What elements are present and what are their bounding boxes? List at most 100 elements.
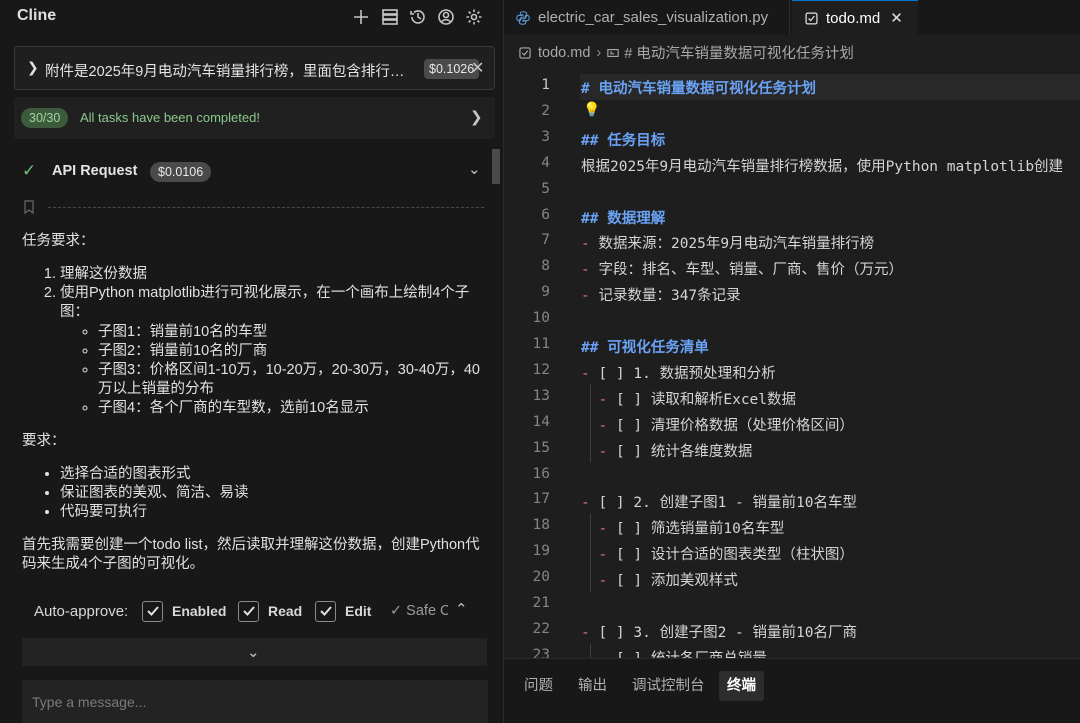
task-header[interactable]: ❯ 附件是2025年9月电动汽车销量排行榜，里面包含排行榜数据，请理解这份数据并…: [14, 46, 495, 90]
chat-scrollbar[interactable]: [492, 149, 500, 184]
checkbox-checked-icon: [238, 600, 259, 622]
chevron-right-icon[interactable]: ❯: [27, 59, 39, 76]
settings-gear-icon[interactable]: [463, 6, 485, 28]
chevron-up-icon[interactable]: ⌃: [455, 600, 468, 618]
cline-panel: Cline ❯ 附件是2025年9月电动汽车销量排行榜，里面包含排行榜数据，请理…: [0, 0, 503, 723]
chevron-down-icon[interactable]: ⌄: [247, 643, 260, 661]
auto-approve-safe-commands[interactable]: ✓ Safe Commands: [390, 603, 448, 619]
code-line: - [ ] 2. 创建子图1 - 销量前10名车型: [581, 491, 857, 512]
code-line: - [ ] 3. 创建子图2 - 销量前10名厂商: [581, 621, 857, 642]
line-number: 9: [541, 284, 550, 301]
code-editor[interactable]: 💡 1 # 电动汽车销量数据可视化任务计划 2 3 ## 任务目标 4 根据2025年9月电…: [504, 74, 1080, 658]
code-text: [ ] 统计各维度数据: [615, 443, 753, 460]
chevron-right-icon[interactable]: ❯: [470, 108, 483, 126]
markdown-heading: ## 任务目标: [581, 132, 666, 149]
breadcrumb-symbol[interactable]: # 电动汽车销量数据可视化任务计划: [624, 42, 854, 63]
option-label: Read: [268, 603, 303, 619]
line-number: 22: [532, 620, 550, 637]
bookmark-icon[interactable]: [22, 200, 36, 214]
cline-titlebar: Cline: [0, 0, 503, 34]
account-icon[interactable]: [435, 6, 457, 28]
editor-tabbar: electric_car_sales_visualization.py todo…: [504, 0, 1080, 35]
list-item: 选择合适的图表形式: [60, 465, 482, 484]
server-icon[interactable]: [379, 6, 401, 28]
assistant-message: 任务要求： 理解这份数据 使用Python matplotlib进行可视化展示，…: [22, 230, 482, 574]
close-task-icon[interactable]: ✕: [471, 58, 484, 78]
check-icon: ✓: [22, 161, 37, 180]
editor-area: electric_car_sales_visualization.py todo…: [503, 0, 1080, 723]
list-item: 代码要可执行: [60, 503, 482, 522]
chevron-down-icon[interactable]: ⌄: [468, 160, 481, 178]
list-item: 子图2：销量前10名的厂商: [98, 342, 482, 361]
line-number: 13: [532, 387, 550, 404]
list-marker: -: [581, 236, 599, 253]
line-number: 18: [532, 517, 550, 534]
markdown-heading: # 电动汽车销量数据可视化任务计划: [581, 81, 816, 97]
tab-label: todo.md: [826, 9, 881, 27]
subtask-list: 子图1：销量前10名的车型 子图2：销量前10名的厂商 子图3：价格区间1-10…: [60, 323, 482, 418]
list-marker: -: [598, 547, 616, 564]
code-line: - [ ] 清理价格数据（处理价格区间）: [581, 414, 854, 435]
panel-tab-output[interactable]: 输出: [570, 671, 615, 701]
panel-tab-terminal[interactable]: 终端: [719, 671, 764, 701]
line-number: 14: [532, 413, 550, 430]
code-text: [ ] 设计合适的图表类型（柱状图）: [615, 547, 854, 564]
progress-text: All tasks have been completed!: [80, 110, 260, 125]
history-icon[interactable]: [407, 6, 429, 28]
tab-label: electric_car_sales_visualization.py: [538, 9, 769, 26]
api-request-row[interactable]: ✓ API Request $0.0106 ⌄: [14, 150, 492, 192]
code-text: [ ] 3. 创建子图2 - 销量前10名厂商: [598, 624, 857, 641]
checklist-file-icon: [518, 46, 532, 60]
plus-icon[interactable]: [350, 6, 372, 28]
auto-approve-read-checkbox[interactable]: Read: [238, 600, 302, 622]
close-tab-icon[interactable]: ✕: [890, 9, 903, 27]
list-marker: -: [581, 262, 599, 279]
line-number: 19: [532, 543, 550, 560]
code-line: # 电动汽车销量数据可视化任务计划: [581, 77, 816, 98]
auto-approve-enabled-checkbox[interactable]: Enabled: [142, 600, 226, 622]
expand-bar[interactable]: ⌄: [22, 638, 487, 666]
line-number: 17: [532, 491, 550, 508]
code-line: - [ ] 设计合适的图表类型（柱状图）: [581, 543, 854, 564]
message-closing: 首先我需要创建一个todo list，然后读取并理解这份数据，创建Python代…: [22, 537, 480, 572]
checkpoint-row: [22, 200, 484, 216]
line-number: 3: [541, 128, 550, 145]
line-number: 7: [541, 232, 550, 249]
tab-electric-car-sales-visualization-py[interactable]: electric_car_sales_visualization.py: [504, 0, 790, 35]
lightbulb-icon[interactable]: 💡: [583, 101, 600, 118]
progress-badge: 30/30: [21, 108, 69, 128]
code-line: - [ ] 读取和解析Excel数据: [581, 388, 796, 409]
list-item: 使用Python matplotlib进行可视化展示，在一个画布上绘制4个子图：…: [60, 284, 482, 418]
line-number: 10: [532, 310, 550, 327]
list-marker: -: [598, 443, 616, 460]
code-text: [ ] 读取和解析Excel数据: [615, 391, 797, 408]
panel-tab-debug-console[interactable]: 调试控制台: [624, 671, 713, 701]
chat-input[interactable]: [22, 680, 488, 723]
list-item: 保证图表的美观、简洁、易读: [60, 484, 482, 503]
code-text: 记录数量：347条记录: [598, 288, 741, 305]
tab-todo-md[interactable]: todo.md ✕: [792, 0, 918, 35]
checkbox-checked-icon: [142, 600, 163, 622]
task-progress[interactable]: 30/30 All tasks have been completed! ❯: [14, 97, 495, 139]
api-cost-badge: $0.0106: [150, 162, 212, 182]
requirements-list: 选择合适的图表形式 保证图表的美观、简洁、易读 代码要可执行: [22, 465, 482, 522]
code-line: ## 数据理解: [581, 207, 665, 228]
code-text: 字段：排名、车型、销量、厂商、售价（万元）: [598, 262, 903, 279]
breadcrumb-file[interactable]: todo.md: [538, 45, 590, 61]
list-marker: -: [598, 573, 616, 590]
code-text: [ ] 清理价格数据（处理价格区间）: [615, 417, 854, 434]
breadcrumb-separator-icon: ›: [596, 44, 602, 61]
list-item: 理解这份数据: [60, 265, 482, 284]
option-label: Edit: [345, 603, 372, 619]
line-number: 4: [541, 154, 550, 171]
task-text: 附件是2025年9月电动汽车销量排行榜，里面包含排行榜数据，请理解这份数据并进行…: [45, 64, 417, 80]
panel-tab-problems[interactable]: 问题: [516, 671, 561, 701]
code-line: - [ ] 1. 数据预处理和分析: [581, 362, 776, 383]
line-number: 21: [532, 595, 550, 611]
list-marker: -: [581, 288, 599, 305]
message-heading: 任务要求：: [22, 233, 95, 249]
auto-approve-edit-checkbox[interactable]: Edit: [315, 600, 371, 622]
